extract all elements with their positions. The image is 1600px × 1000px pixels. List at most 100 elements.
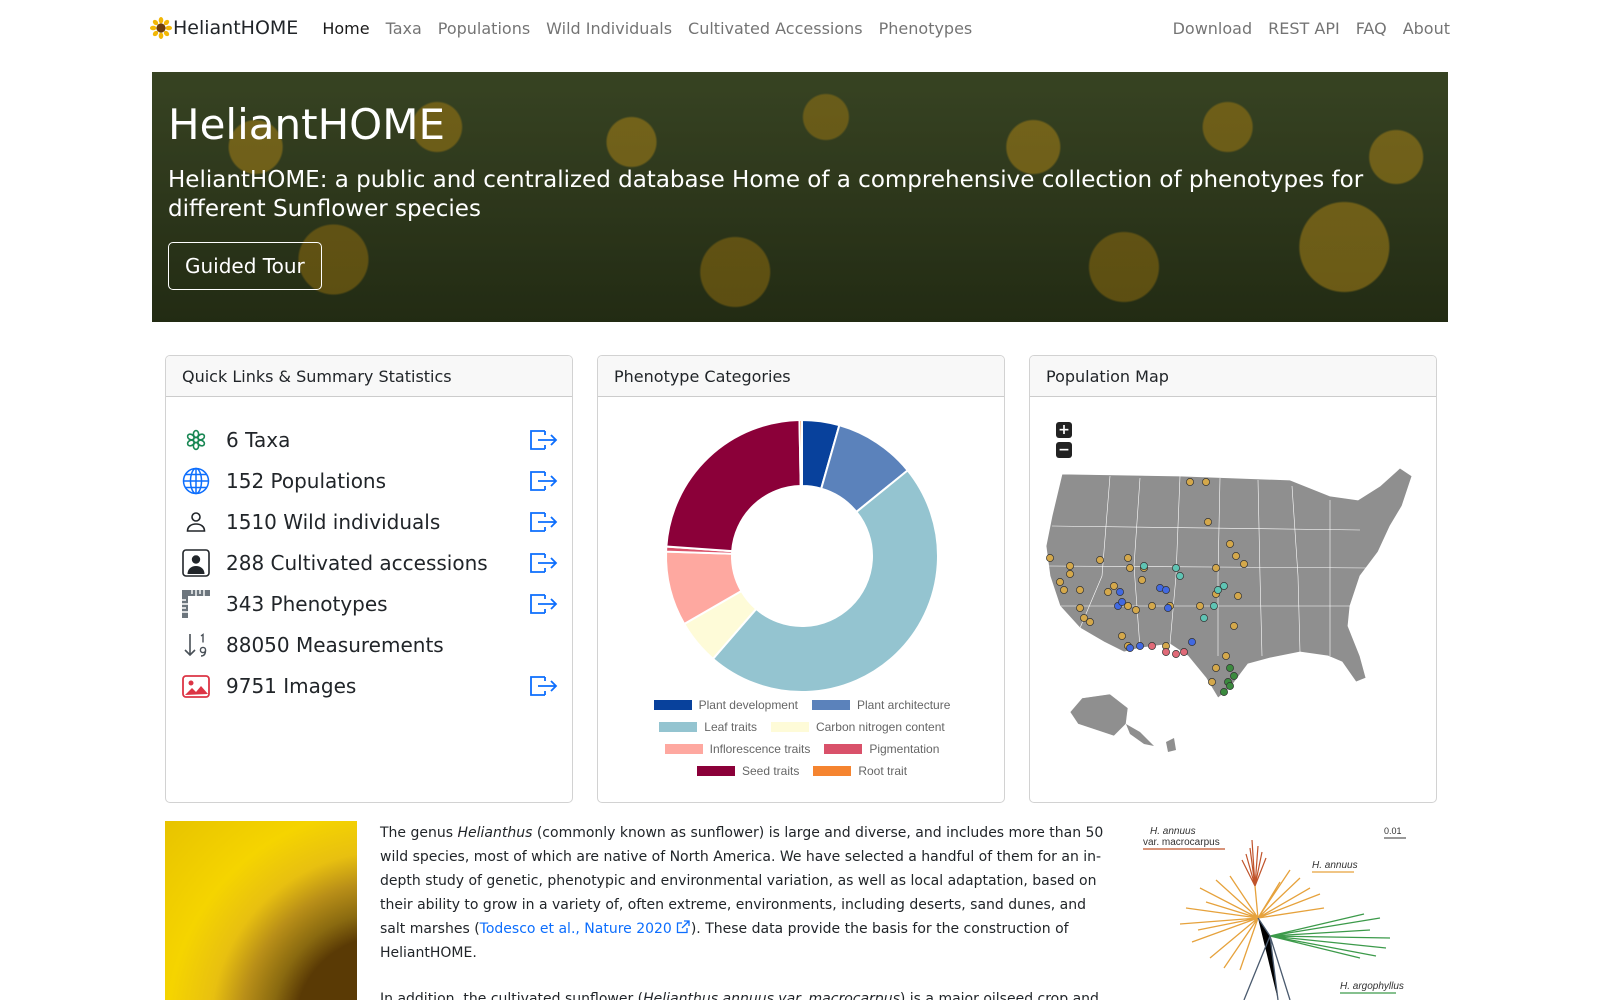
donut-slice-seed-traits[interactable] [665,419,802,553]
zoom-in-button[interactable]: + [1056,422,1072,438]
legend-swatch [696,766,735,776]
population-point [1210,602,1218,610]
globe-icon [182,467,210,495]
about-cultivated-species: Helianthus annuus var. macrocarpus [643,991,900,1000]
population-point [1226,664,1234,672]
alaska-shape [1069,693,1129,737]
population-point [1212,664,1220,672]
hero-banner: HeliantHOME HeliantHOME: a public and ce… [152,72,1448,322]
population-point [1226,540,1234,548]
stat-row-taxa: 6 Taxa [182,419,558,461]
flower-icon [182,426,210,454]
legend-row: Plant development Plant architecture [598,698,1004,712]
population-point [1164,604,1172,612]
nav-about[interactable]: About [1403,19,1450,38]
donut-slice-root-trait[interactable] [798,418,803,488]
legend-row: Inflorescence traits Pigmentation [598,742,1004,756]
stat-images-text: 9751 Images [226,674,357,698]
population-point [1148,642,1156,650]
guided-tour-button[interactable]: Guided Tour [168,242,322,290]
tree-label-argophyllus: H. argophyllus [1340,981,1404,992]
nav-wild-individuals[interactable]: Wild Individuals [546,19,672,38]
stat-cultivated-accessions-text: 288 Cultivated accessions [226,551,488,575]
nav-rest-api[interactable]: REST API [1268,19,1340,38]
population-point [1202,478,1210,486]
hero-subtitle: HeliantHOME: a public and centralized da… [168,167,1364,222]
population-point [1046,554,1054,562]
nav-populations[interactable]: Populations [438,19,530,38]
population-point [1138,576,1146,584]
population-point [1208,678,1216,686]
legend-row: Seed traits Root trait [598,764,1004,778]
brand-name: HeliantHOME [173,17,299,39]
population-point [1076,604,1084,612]
population-point [1116,588,1124,596]
population-point [1148,602,1156,610]
tree-label-annuus-2: H. annuus [1312,860,1358,871]
box-arrow-right-icon[interactable] [528,510,558,534]
population-point [1126,564,1134,572]
nav-cultivated-accessions[interactable]: Cultivated Accessions [688,19,863,38]
population-point [1124,554,1132,562]
population-point [1172,650,1180,658]
external-link-icon [676,920,690,934]
legend-item[interactable]: Leaf traits [659,720,757,734]
legend-item[interactable]: Pigmentation [824,742,939,756]
population-point [1096,556,1104,564]
population-point [1222,652,1230,660]
legend-item[interactable]: Root trait [813,764,907,778]
stat-row-populations: 152 Populations [182,460,558,502]
about-text-4: In addition, the cultivated sunflower ( [380,991,644,1000]
population-point [1234,592,1242,600]
population-point [1220,688,1228,696]
nav-home[interactable]: Home [322,19,369,38]
legend-item[interactable]: Inflorescence traits [664,742,810,756]
stat-row-cultivated-accessions: 288 Cultivated accessions [182,542,558,584]
box-arrow-right-icon[interactable] [528,592,558,616]
phenotype-donut-chart [665,418,939,693]
legend-item[interactable]: Plant architecture [812,698,950,712]
nav-download[interactable]: Download [1173,19,1253,38]
legend-swatch [824,744,863,754]
phenotype-categories-card: Phenotype Categories Plant development Pl… [597,355,1005,803]
population-point [1220,582,1228,590]
population-point [1056,578,1064,586]
box-arrow-right-icon[interactable] [528,674,558,698]
tree-scale-label: 0.01 [1384,826,1402,836]
nav-taxa[interactable]: Taxa [386,19,422,38]
hawaii-shape [1166,738,1176,752]
population-point [1188,638,1196,646]
todesco-link-label: Todesco et al., Nature 2020 [479,921,672,937]
outgroup-branches [1243,917,1291,1000]
population-map-header: Population Map [1030,356,1436,397]
population-point [1162,586,1170,594]
legend-item[interactable]: Carbon nitrogen content [770,720,945,734]
legend-label: Carbon nitrogen content [815,720,945,734]
todesco-nature-link[interactable]: Todesco et al., Nature 2020 [479,920,691,937]
us-map[interactable] [1030,456,1437,756]
box-arrow-right-icon[interactable] [528,551,558,575]
brand[interactable]: HeliantHOME [150,17,298,39]
tree-label-macrocarpus: var. macrocarpus [1143,837,1220,848]
box-arrow-right-icon[interactable] [528,428,558,452]
ruler-icon [182,590,210,618]
legend-label: Root trait [858,764,908,778]
sunflower-logo-icon [150,17,172,39]
legend-label: Seed traits [741,764,800,778]
legend-swatch [659,722,698,732]
nav-faq[interactable]: FAQ [1356,19,1387,38]
legend-item[interactable]: Plant development [653,698,798,712]
argophyllus-clade [1269,913,1391,959]
sort-numeric-icon [182,631,210,659]
legend-item[interactable]: Seed traits [696,764,800,778]
alaska-panhandle-shape [1126,724,1154,746]
population-point [1126,644,1134,652]
about-paragraph-2: In addition, the cultivated sunflower (H… [380,987,1110,1000]
population-point [1066,570,1074,578]
box-arrow-right-icon[interactable] [528,469,558,493]
population-point [1060,586,1068,594]
nav-phenotypes[interactable]: Phenotypes [879,19,973,38]
stat-row-measurements: 88050 Measurements [182,624,558,666]
stat-populations-text: 152 Populations [226,469,387,493]
hero-title: HeliantHOME [168,100,445,149]
